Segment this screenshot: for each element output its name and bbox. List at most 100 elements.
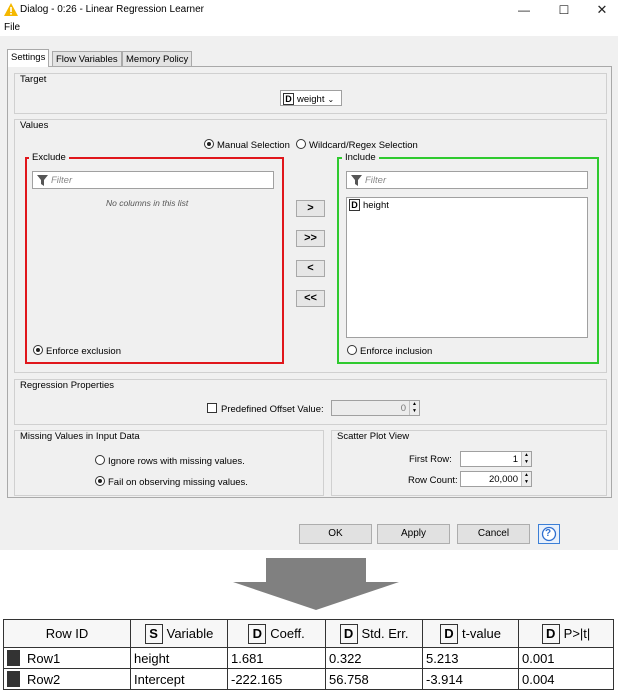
- row-marker: [7, 650, 20, 666]
- enforce-exclusion-label: Enforce exclusion: [46, 346, 121, 357]
- column-header-t-value[interactable]: Dt-value: [422, 619, 519, 648]
- exclude-filter-placeholder: Filter: [51, 175, 73, 186]
- spinner-arrows-icon[interactable]: ▲ ▼: [521, 472, 531, 486]
- missing-section-label: Missing Values in Input Data: [20, 431, 140, 442]
- chevron-down-icon: ⌄: [327, 95, 335, 104]
- cancel-button[interactable]: Cancel: [457, 524, 530, 544]
- row-count-spinner[interactable]: 20,000 ▲ ▼: [460, 471, 532, 487]
- double-type-icon: D: [339, 623, 358, 644]
- checkbox-unchecked-icon: [207, 403, 217, 413]
- exclude-title: Exclude: [29, 152, 69, 163]
- enforce-exclusion-radio[interactable]: Enforce exclusion: [33, 345, 121, 357]
- fail-missing-radio[interactable]: Fail on observing missing values.: [95, 476, 248, 488]
- offset-value: 0: [400, 403, 406, 414]
- title-bar: Dialog - 0:26 - Linear Regression Learne…: [0, 0, 618, 20]
- close-button[interactable]: ✕: [584, 0, 618, 20]
- column-header-std-err[interactable]: D Std. Err.: [325, 619, 423, 648]
- manual-selection-label: Manual Selection: [217, 140, 290, 151]
- first-row-label: First Row:: [409, 454, 452, 465]
- row-count-label: Row Count:: [408, 475, 458, 486]
- exclude-filter-input[interactable]: Filter: [32, 171, 274, 189]
- values-section-label: Values: [20, 120, 49, 131]
- table-cell: -222.165: [227, 668, 326, 690]
- move-left-button[interactable]: <: [296, 260, 325, 277]
- string-type-icon: S: [144, 623, 163, 644]
- scatter-section-label: Scatter Plot View: [337, 431, 410, 442]
- radio-selected-icon: [204, 139, 214, 149]
- list-item[interactable]: Dheight: [349, 199, 389, 211]
- menu-file[interactable]: File: [4, 22, 20, 33]
- wildcard-selection-radio[interactable]: Wildcard/Regex Selection: [296, 139, 418, 151]
- column-header-label: Variable: [166, 625, 214, 641]
- table-cell: 56.758: [325, 668, 423, 690]
- tab-settings[interactable]: Settings: [7, 49, 50, 67]
- table-cell: 5.213: [422, 647, 519, 669]
- double-type-icon: D: [349, 199, 360, 211]
- double-type-icon: D: [541, 623, 560, 644]
- include-filter-input[interactable]: Filter: [346, 171, 588, 189]
- spinner-arrows-icon[interactable]: ▲ ▼: [521, 452, 531, 466]
- table-cell: 1.681: [227, 647, 326, 669]
- tab-flow-variables[interactable]: Flow Variables: [52, 51, 122, 66]
- table-cell: height: [130, 647, 228, 669]
- row-id-cell: Row1: [3, 647, 131, 669]
- radio-unselected-icon: [95, 455, 105, 465]
- include-column-list[interactable]: Dheight: [346, 197, 588, 338]
- row-count-value: 20,000: [488, 474, 518, 485]
- column-header-label: t-value: [461, 625, 502, 641]
- column-header-row-id[interactable]: Row ID: [3, 619, 131, 648]
- table-row[interactable]: Row1 height 1.681 0.322 5.213 0.001: [3, 647, 614, 669]
- table-cell: 0.001: [518, 647, 614, 669]
- first-row-spinner[interactable]: 1 ▲ ▼: [460, 451, 532, 467]
- window-title: Dialog - 0:26 - Linear Regression Learne…: [20, 4, 204, 15]
- tab-memory-policy[interactable]: Memory Policy: [122, 51, 193, 66]
- manual-selection-radio[interactable]: Manual Selection: [204, 139, 290, 151]
- radio-selected-icon: [33, 345, 43, 355]
- target-column-select[interactable]: Dweight ⌄: [280, 90, 342, 106]
- column-header-label: Std. Err.: [361, 625, 409, 641]
- double-type-icon: D: [248, 623, 267, 644]
- double-type-icon: D: [283, 93, 294, 105]
- column-header-label: Coeff.: [270, 625, 305, 641]
- regression-result-table: Row ID S Variable D Coeff. D Std. Err. Dt-v…: [3, 619, 614, 690]
- list-item-label: height: [363, 200, 389, 211]
- table-cell: -3.914: [422, 668, 519, 690]
- move-right-button[interactable]: >: [296, 200, 325, 217]
- help-label: ?: [545, 528, 552, 539]
- exclude-empty-text: No columns in this list: [106, 198, 189, 208]
- minimize-button[interactable]: —: [506, 0, 542, 20]
- maximize-button[interactable]: ☐: [546, 0, 582, 20]
- table-cell: Intercept: [130, 668, 228, 690]
- ignore-missing-radio[interactable]: Ignore rows with missing values.: [95, 455, 245, 467]
- apply-button[interactable]: Apply: [377, 524, 450, 544]
- target-section-label: Target: [20, 74, 47, 85]
- radio-unselected-icon: [347, 345, 357, 355]
- move-all-left-button[interactable]: <<: [296, 290, 325, 307]
- first-row-value: 1: [512, 454, 518, 465]
- regression-section-label: Regression Properties: [20, 380, 114, 391]
- spinner-arrows-icon[interactable]: ▲ ▼: [409, 401, 419, 415]
- column-header-label: P>|t|: [563, 625, 591, 641]
- column-header-variable[interactable]: S Variable: [130, 619, 228, 648]
- ok-button[interactable]: OK: [299, 524, 372, 544]
- table-cell: 0.004: [518, 668, 614, 690]
- predefined-offset-label: Predefined Offset Value:: [221, 404, 324, 415]
- row-id-cell: Row2: [3, 668, 131, 690]
- radio-selected-icon: [95, 476, 105, 486]
- predefined-offset-checkbox[interactable]: Predefined Offset Value:: [207, 403, 324, 415]
- column-header-coeff[interactable]: D Coeff.: [227, 619, 326, 648]
- offset-value-spinner[interactable]: 0 ▲ ▼: [331, 400, 420, 416]
- column-header-p-value[interactable]: D P>|t|: [518, 619, 614, 648]
- table-row[interactable]: Row2 Intercept -222.165 56.758 -3.914 0.…: [3, 668, 614, 690]
- move-all-right-button[interactable]: >>: [296, 230, 325, 247]
- target-column-value: weight: [297, 94, 325, 105]
- help-button[interactable]: ?: [538, 524, 560, 544]
- table-header-row: Row ID S Variable D Coeff. D Std. Err. Dt-v…: [3, 619, 614, 648]
- double-type-icon: D: [439, 623, 458, 644]
- filter-icon: [351, 175, 362, 186]
- row-id-value: Row2: [27, 672, 61, 687]
- row-marker: [7, 671, 20, 687]
- enforce-inclusion-radio[interactable]: Enforce inclusion: [347, 345, 432, 357]
- fail-missing-label: Fail on observing missing values.: [108, 477, 248, 488]
- arrow-down-icon: [233, 558, 399, 610]
